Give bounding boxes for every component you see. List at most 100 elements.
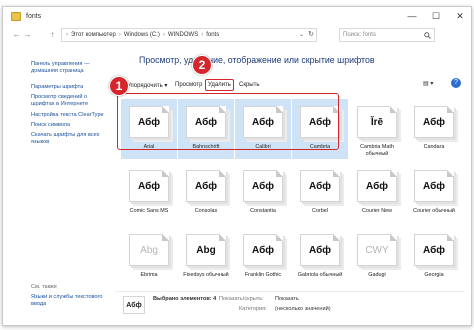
sidebar-link-font-settings[interactable]: Параметры шрифта [31, 84, 111, 91]
font-name: Candara [423, 144, 445, 150]
breadcrumb-item[interactable]: WINDOWS [168, 32, 198, 38]
explorer-window: fonts — ☐ ✕ ← → ↑ › Этот компьютер › Win… [2, 6, 472, 326]
breadcrumb-separator: › [201, 32, 204, 38]
font-item[interactable]: Abg Fixedsys обычный [178, 227, 234, 287]
font-item[interactable]: Абф Gabriola обычный [292, 227, 348, 287]
sidebar-link-online-info[interactable]: Просмотр сведений о шрифтах в Интернете [31, 94, 111, 108]
forward-button[interactable]: → [22, 30, 33, 39]
sidebar: Панель управления — домашняя страница Па… [3, 44, 115, 324]
font-item[interactable]: Ĭrē Cambria Math обычный [349, 99, 405, 159]
step-badge-2: 2 [192, 55, 212, 75]
font-item[interactable]: Абф Cambria [292, 99, 348, 159]
show-hide-label: Показать/скрыть: [219, 296, 264, 302]
breadcrumb-separator: › [66, 32, 68, 38]
font-name: Ebrima [140, 272, 158, 278]
address-bar-row: ← → ↑ › Этот компьютер › Windows (C:) › … [3, 25, 471, 44]
sidebar-link-cleartype[interactable]: Настройка текста ClearType [31, 112, 111, 119]
font-item[interactable]: Абф Constantia [235, 163, 291, 223]
font-preview-icon: Абф [300, 170, 340, 202]
font-name: Georgia [424, 272, 444, 278]
font-name: Corbel [312, 208, 328, 214]
font-item[interactable]: Абф Consolas [178, 163, 234, 223]
font-item[interactable]: Абф Corbel [292, 163, 348, 223]
font-name: Arial [143, 144, 155, 150]
font-item[interactable]: Абф Arial [121, 99, 177, 159]
sidebar-link-languages[interactable]: Языки и службы текстового ввода [31, 294, 111, 308]
see-also-title: См. также [31, 284, 57, 290]
font-name: Gabriola обычный [297, 272, 343, 278]
breadcrumb-item[interactable]: fonts [206, 32, 219, 38]
font-name: Consolas [194, 208, 218, 214]
font-item[interactable]: Абф Courier New [349, 163, 405, 223]
font-item[interactable]: Абф Bahnschrift [178, 99, 234, 159]
delete-button[interactable]: Удалить [205, 79, 234, 91]
font-item[interactable]: Абф Courier обычный [406, 163, 462, 223]
chevron-down-icon[interactable]: ⌄ [299, 31, 304, 38]
maximize-button[interactable]: ☐ [425, 7, 447, 25]
font-item[interactable]: Abg Ebrima [121, 227, 177, 287]
font-name: Comic Sans MS [129, 208, 169, 214]
font-name: Gadugi [368, 272, 386, 278]
show-hide-value: Показать [275, 296, 299, 302]
step-badge-1: 1 [109, 76, 129, 96]
font-preview-icon: Абф [243, 234, 283, 266]
font-name: Fixedsys обычный [183, 272, 229, 278]
font-name: Franklin Gothic [244, 272, 282, 278]
window-title: fonts [26, 12, 42, 20]
search-placeholder: Поиск: fonts [343, 32, 376, 38]
font-preview-icon: Абф [357, 170, 397, 202]
organize-button[interactable]: Упорядочить ▾ [125, 79, 169, 91]
font-name: Courier обычный [413, 208, 455, 214]
font-preview-icon: Абф [414, 170, 454, 202]
font-name: Courier New [362, 208, 392, 214]
font-preview-icon: Абф [129, 170, 169, 202]
sidebar-link-control-panel[interactable]: Панель управления — домашняя страница [31, 61, 111, 75]
view-options-icon[interactable]: ▤ ▾ [423, 80, 433, 87]
font-preview-icon: Абф [300, 234, 340, 266]
font-item[interactable]: CWY Gadugi [349, 227, 405, 287]
font-preview-icon: Abg [186, 234, 226, 266]
font-item[interactable]: Абф Georgia [406, 227, 462, 287]
breadcrumb-item[interactable]: Windows (C:) [124, 32, 160, 38]
font-preview-icon: Ĭrē [357, 106, 397, 138]
font-preview-icon: Abg [129, 234, 169, 266]
command-bar: Упорядочить ▾ Просмотр Удалить Скрыть ▤ … [115, 78, 465, 92]
sidebar-link-download-fonts[interactable]: Скачать шрифты для всех языков [31, 132, 111, 146]
category-label: Категория: [239, 306, 267, 312]
sidebar-link-find-char[interactable]: Поиск символа [31, 122, 111, 129]
font-item[interactable]: Абф Comic Sans MS [121, 163, 177, 223]
category-value: (несколько значений) [275, 306, 331, 312]
breadcrumb-separator: › [118, 32, 121, 38]
font-preview-icon: Абф [300, 106, 340, 138]
minimize-button[interactable]: — [401, 7, 423, 25]
font-item[interactable]: Абф Calibri [235, 99, 291, 159]
font-preview-icon: Абф [414, 234, 454, 266]
hide-button[interactable]: Скрыть [237, 79, 261, 91]
font-name: Calibri [255, 144, 271, 150]
font-preview-icon: CWY [357, 234, 397, 266]
font-preview-icon: Абф [414, 106, 454, 138]
breadcrumb-separator: › [162, 32, 165, 38]
up-button[interactable]: ↑ [47, 30, 58, 39]
font-preview-icon: Абф [186, 106, 226, 138]
preview-button[interactable]: Просмотр [173, 79, 204, 91]
font-item[interactable]: Абф Candara [406, 99, 462, 159]
font-preview-icon: Абф [243, 106, 283, 138]
font-grid: Абф Arial Абф Bahnschrift Абф Calibri Абф Cambr… [115, 99, 471, 287]
breadcrumb-item[interactable]: Этот компьютер [71, 32, 116, 38]
font-preview-icon: Абф [129, 106, 169, 138]
font-preview-icon: Абф [243, 170, 283, 202]
refresh-button[interactable]: ↻ [308, 30, 314, 38]
address-field[interactable]: › Этот компьютер › Windows (C:) › WINDOW… [61, 28, 317, 42]
selected-count: Выбрано элементов: 4 [153, 296, 217, 302]
back-button[interactable]: ← [11, 30, 22, 39]
close-button[interactable]: ✕ [449, 7, 471, 25]
folder-icon [11, 11, 21, 21]
details-pane: Абф Выбрано элементов: 4 Показать/скрыть… [115, 291, 465, 317]
search-input[interactable]: Поиск: fonts [339, 28, 435, 42]
font-name: Bahnschrift [192, 144, 220, 150]
help-icon[interactable]: ? [451, 78, 461, 88]
search-icon [424, 31, 431, 39]
font-item[interactable]: Абф Franklin Gothic [235, 227, 291, 287]
title-bar: fonts — ☐ ✕ [3, 7, 471, 25]
